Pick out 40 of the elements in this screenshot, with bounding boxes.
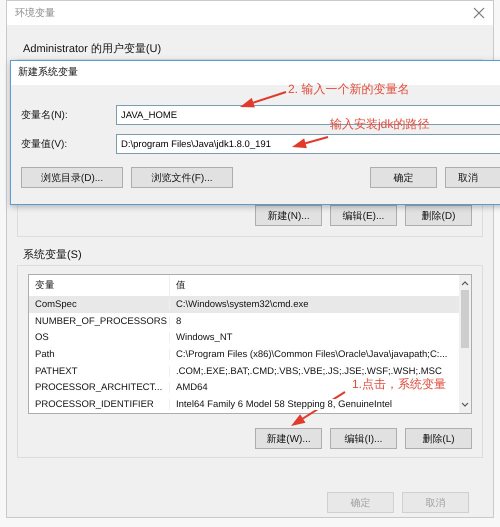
table-cell: Windows_NT — [169, 332, 232, 344]
table-row[interactable]: ComSpec C:\Windows\system32\cmd.exe — [29, 296, 459, 313]
table-cell-text: PROCESSOR_ARCHITECT... — [34, 382, 164, 394]
annotation-arrow — [292, 136, 328, 148]
dialog-button[interactable]: 浏览目录(D)... — [21, 167, 123, 188]
column-header[interactable]: 变量 — [29, 279, 169, 292]
table-cell-text: NUMBER_OF_PROCESSORS — [34, 316, 168, 327]
table-cell-text: PATHEXT — [34, 366, 78, 377]
dialog-button[interactable]: 删除(D) — [405, 205, 472, 226]
section-label: 系统变量(S) — [23, 248, 82, 262]
close-icon[interactable] — [473, 7, 485, 19]
dialog-button[interactable]: 新建(N)... — [255, 205, 322, 226]
dialog-button[interactable]: 新建(W)... — [255, 428, 322, 449]
table-cell: C:\Program Files (x86)\Common Files\Oracle\Java\javapath;C:... — [169, 349, 448, 360]
table-cell-text: PROCESSOR_IDENTIFIER — [34, 399, 155, 410]
section-label: Administrator 的用户变量(U) — [23, 42, 162, 56]
table-cell-text: OS — [34, 332, 50, 344]
table-cell: C:\Windows\system32\cmd.exe — [169, 298, 309, 310]
annotation-arrow — [240, 91, 286, 108]
table-cell: AMD64 — [169, 382, 208, 394]
dialog-button[interactable]: 编辑(I)... — [330, 428, 397, 449]
table-row[interactable]: NUMBER_OF_PROCESSORS 8 — [29, 312, 182, 330]
column-header[interactable]: 值 — [169, 275, 186, 296]
field-label: 变量值(V): — [21, 138, 68, 151]
table-cell-text: ComSpec — [34, 298, 78, 310]
dialog-button[interactable]: 确定 — [370, 167, 437, 188]
dialog-button[interactable]: 编辑(E)... — [330, 205, 397, 226]
window-title: 环境变量 — [15, 6, 55, 20]
scroll-down-icon[interactable] — [461, 402, 469, 408]
scrollbar[interactable] — [459, 275, 471, 413]
table-cell-text: Path — [34, 349, 56, 360]
dialog-button[interactable]: 浏览文件(F)... — [131, 167, 233, 188]
table-cell: Intel64 Family 6 Model 58 Stepping 8, GenuineIntel — [169, 399, 392, 410]
table-cell: .COM;.EXE;.BAT;.CMD;.VBS;.VBE;.JS;.JSE;.WSF;.WSH;.MSC — [169, 366, 442, 377]
field-label: 变量名(N): — [21, 108, 69, 122]
scroll-up-icon[interactable] — [461, 280, 469, 286]
dialog-button[interactable]: 删除(L) — [405, 428, 472, 449]
input-field[interactable]: D:\program Files\Java\jdk1.8.0_191 — [116, 134, 500, 154]
table-cell: 8 — [169, 316, 182, 327]
dialog-button[interactable]: 取消 — [445, 167, 500, 188]
